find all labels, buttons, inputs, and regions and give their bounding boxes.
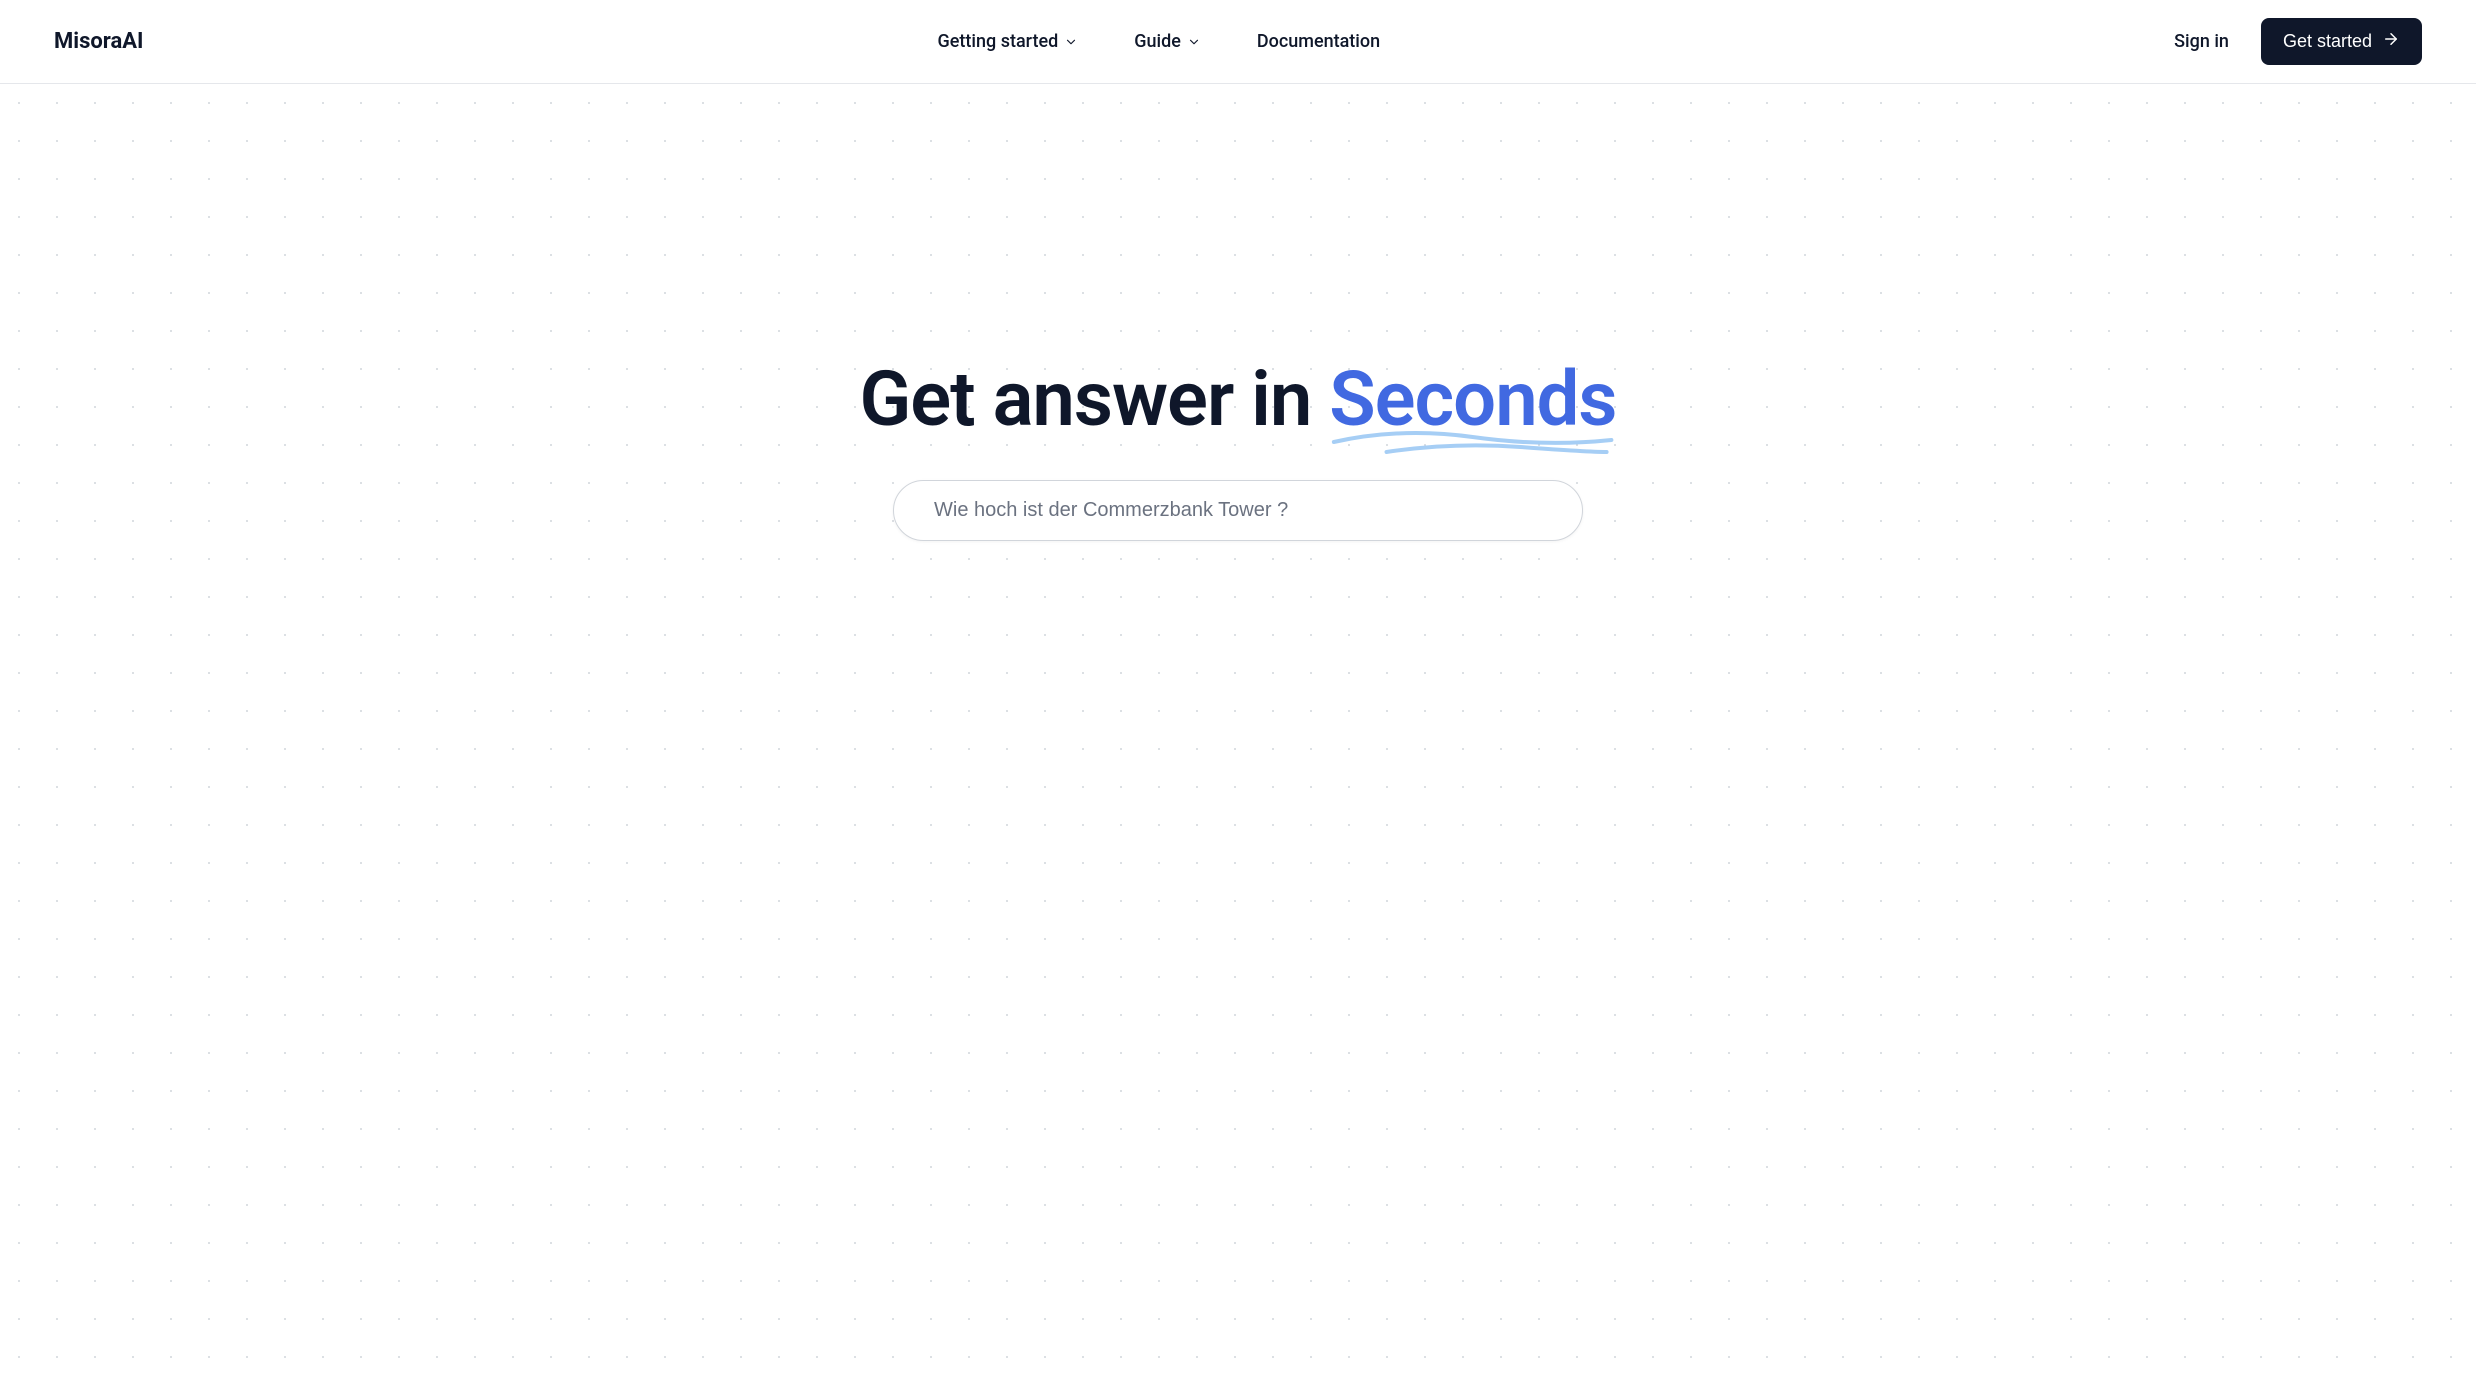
chevron-down-icon xyxy=(1187,35,1201,49)
nav-center: Getting started Guide Documentation xyxy=(938,31,1381,52)
hero-title-prefix: Get answer in xyxy=(859,354,1329,444)
nav-guide[interactable]: Guide xyxy=(1134,31,1201,52)
chevron-down-icon xyxy=(1064,35,1078,49)
search-input[interactable] xyxy=(893,480,1583,541)
nav-documentation[interactable]: Documentation xyxy=(1257,31,1380,52)
header: MisoraAI Getting started Guide Documenta… xyxy=(0,0,2476,84)
logo[interactable]: MisoraAI xyxy=(54,29,144,54)
nav-label: Getting started xyxy=(938,31,1059,52)
hero-title: Get answer in Seconds xyxy=(859,354,1616,444)
hero-title-accent-text: Seconds xyxy=(1329,354,1616,444)
hero-section: Get answer in Seconds xyxy=(0,84,2476,1376)
get-started-label: Get started xyxy=(2283,31,2372,52)
nav-label: Documentation xyxy=(1257,31,1380,52)
search-container xyxy=(893,480,1583,541)
hero-title-accent: Seconds xyxy=(1329,354,1616,444)
nav-getting-started[interactable]: Getting started xyxy=(938,31,1079,52)
nav-label: Guide xyxy=(1134,31,1181,52)
get-started-button[interactable]: Get started xyxy=(2261,18,2422,65)
nav-right: Sign in Get started xyxy=(2174,18,2422,65)
sign-in-link[interactable]: Sign in xyxy=(2174,31,2229,52)
arrow-right-icon xyxy=(2382,30,2400,53)
